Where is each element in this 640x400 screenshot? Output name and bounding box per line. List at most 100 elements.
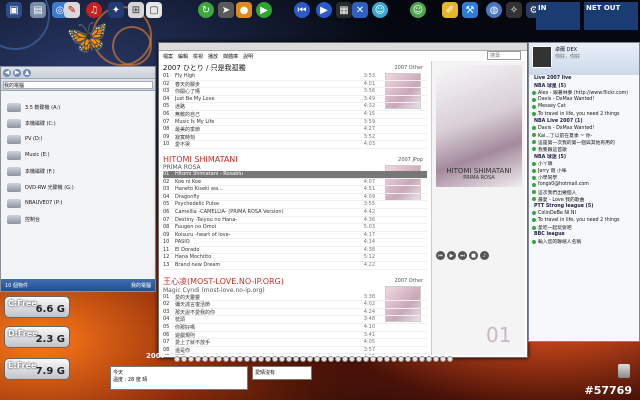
menu-item[interactable]: 說明: [243, 53, 253, 60]
drive-item[interactable]: 本機磁碟 (F:): [1, 163, 155, 179]
track-row[interactable]: 12 Hana Mochitto 5:12: [163, 254, 427, 263]
contact-item[interactable]: To travel in life, you need 2 things: [529, 110, 639, 117]
track-row[interactable]: 06 Camellia -CAMELLIA- (PRIMA ROSA Versio…: [163, 209, 427, 217]
track-row[interactable]: 09睡眠4:31: [163, 354, 427, 355]
track-row[interactable]: 08 最美的季節 4:27: [163, 126, 427, 134]
recycle-bin-icon[interactable]: [618, 364, 630, 378]
x-icon[interactable]: ✕: [352, 2, 368, 18]
music-icon[interactable]: ♫: [86, 2, 102, 18]
contact-item[interactable]: 這是第一次我的第一個與其他有用的: [529, 139, 639, 146]
play-icon[interactable]: ▶: [447, 251, 456, 260]
contact-item[interactable]: 小學同學: [529, 174, 639, 181]
forward-icon[interactable]: ▶: [13, 68, 21, 77]
app-icon[interactable]: ▢: [146, 2, 162, 18]
messenger-username[interactable]: 卓爾 DEX: [555, 46, 580, 53]
track-row[interactable]: 01 Fly High 3:53: [163, 73, 427, 81]
track-row[interactable]: 02 彌天謊言復活節 4:02: [163, 301, 427, 309]
next-icon[interactable]: ⏭: [458, 251, 467, 260]
penguin-icon[interactable]: ●: [236, 2, 252, 18]
track-row[interactable]: 01 愛的天靈靈 3:38: [163, 294, 427, 302]
track-row[interactable]: 11 El Dorado 4:38: [163, 247, 427, 255]
drive-item[interactable]: PV (D:): [1, 131, 155, 147]
contact-item[interactable]: Kai...了以前在夏季 ~ 你-: [529, 132, 639, 139]
track-row[interactable]: 05 你那好嗎 4:10: [163, 324, 427, 332]
star-icon[interactable]: ✦: [108, 2, 124, 18]
drive-item[interactable]: 本機磁碟 (C:): [1, 115, 155, 131]
media-back-icon[interactable]: ⏮: [294, 2, 310, 18]
bell-icon[interactable]: ✧: [506, 2, 522, 18]
video-icon[interactable]: ▦: [336, 2, 352, 18]
messenger-status[interactable]: 你好，你好: [555, 53, 580, 60]
track-row[interactable]: 04 Just Be My Love 3:49: [163, 96, 427, 104]
app-icon[interactable]: ⊞: [128, 2, 144, 18]
next-icon[interactable]: ▶: [256, 2, 272, 18]
track-row[interactable]: 03 你開心了嗎 3:56: [163, 88, 427, 96]
pen-icon[interactable]: ✎: [64, 2, 80, 18]
computer-icon[interactable]: ▣: [6, 2, 22, 18]
album-title[interactable]: HITOMI SHIMATANI: [163, 155, 427, 164]
track-row[interactable]: 05 迷路 4:32: [163, 103, 427, 111]
track-row[interactable]: 09 寂寞時刻 3:52: [163, 134, 427, 142]
contact-item[interactable]: Davis - DxMax Wanted!: [529, 125, 639, 132]
stop-icon[interactable]: ■: [469, 251, 478, 260]
menu-item[interactable]: 媒體庫: [223, 53, 238, 60]
track-row[interactable]: 08 Fuugen no Omoi 5:03: [163, 224, 427, 232]
contact-item[interactable]: To travel in life, you need 2 things: [529, 217, 639, 224]
track-row[interactable]: 06 遊戲規則 3:41: [163, 332, 427, 340]
track-row[interactable]: 03 那天說不愛我的你 4:24: [163, 309, 427, 317]
contact-item[interactable]: 輸入您的聯絡人名稱: [529, 238, 639, 245]
track-row[interactable]: 02 春天的腳步 4:01: [163, 81, 427, 89]
contact-item[interactable]: ColinDeBe NI NI: [529, 210, 639, 217]
contact-group[interactable]: NBA 球迷 (5): [529, 153, 639, 160]
contact-item[interactable]: 這次我們出幾個人: [529, 189, 639, 196]
drive-item[interactable]: 3.5 軟碟機 (A:): [1, 99, 155, 115]
track-row[interactable]: 07 Music Is My Life 3:59: [163, 119, 427, 127]
contact-group[interactable]: NBA 球星 (5): [529, 82, 639, 89]
contact-group[interactable]: BBC league: [529, 231, 639, 238]
up-icon[interactable]: ▲: [23, 68, 31, 77]
globe-icon[interactable]: ◍: [486, 2, 502, 18]
back-icon[interactable]: ◀: [3, 68, 11, 77]
arrow-icon[interactable]: ➤: [218, 2, 234, 18]
address-field[interactable]: 我的電腦: [3, 80, 153, 89]
contact-item[interactable]: Jerry 雨 小咪: [529, 167, 639, 174]
track-row[interactable]: 09 Koisuru -heart of love- 4:17: [163, 232, 427, 240]
contact-item[interactable]: 最愛 - Love 我的歌曲: [529, 196, 639, 203]
album-title[interactable]: 2007 ひとり / 只是我孤獨: [163, 63, 427, 73]
messenger-icon[interactable]: ☺: [372, 2, 388, 18]
track-row[interactable]: 04 枕頭 3:48: [163, 316, 427, 325]
contact-item[interactable]: 愛吃一起玩耍吧: [529, 224, 639, 231]
menu-item[interactable]: 編輯: [178, 53, 188, 60]
track-row[interactable]: 05 Psychedelic Pulse 3:55: [163, 201, 427, 209]
folder-icon[interactable]: ▤: [30, 2, 46, 18]
volume-icon[interactable]: ♪: [480, 251, 489, 260]
avatar[interactable]: [532, 46, 552, 68]
contact-group[interactable]: NBA Live 2007 (1): [529, 118, 639, 125]
track-row[interactable]: 01 Hitomi Shimatani - Rosablu 4:28: [163, 170, 427, 179]
contact-item[interactable]: Davis - DxMax Wanted!: [529, 96, 639, 103]
track-row[interactable]: 06 無敵的自己 4:15: [163, 111, 427, 119]
drive-item[interactable]: NBAUVE07 (P:): [1, 195, 155, 211]
track-row[interactable]: 10 愛不哭 4:03: [163, 141, 427, 149]
contact-item[interactable]: 我要跟這首歌: [529, 146, 639, 153]
drive-item[interactable]: Music (E:): [1, 147, 155, 163]
contact-item[interactable]: fongs0@hotmail.com: [529, 181, 639, 188]
menu-item[interactable]: 檔案: [163, 53, 173, 60]
messenger-icon[interactable]: ☺: [410, 2, 426, 18]
track-row[interactable]: 07 Destiny -Taiyou no Hana- 4:36: [163, 217, 427, 225]
drive-item[interactable]: DVD-RW 光碟機 (G:): [1, 179, 155, 195]
pencil-icon[interactable]: ✐: [442, 2, 458, 18]
contact-group[interactable]: Live 2007 live: [529, 75, 639, 82]
media-play-icon[interactable]: ▶: [316, 2, 332, 18]
drive-item[interactable]: 控制台: [1, 211, 155, 227]
contact-item[interactable]: Messey Cat: [529, 103, 639, 110]
player-search-input[interactable]: [487, 51, 521, 60]
track-row[interactable]: 03 Haneto Kiseki wa... 4:51: [163, 186, 427, 194]
menu-item[interactable]: 檢視: [193, 53, 203, 60]
track-row[interactable]: 10 PASIO 4:14: [163, 239, 427, 247]
track-row[interactable]: 04 Dragonfly 4:09: [163, 194, 427, 202]
contact-group[interactable]: PTT Strong league (5): [529, 203, 639, 210]
track-row[interactable]: 07 愛上了就不放手 4:05: [163, 339, 427, 347]
refresh-icon[interactable]: ↻: [198, 2, 214, 18]
contact-item[interactable]: 小ㄚ頭: [529, 160, 639, 167]
